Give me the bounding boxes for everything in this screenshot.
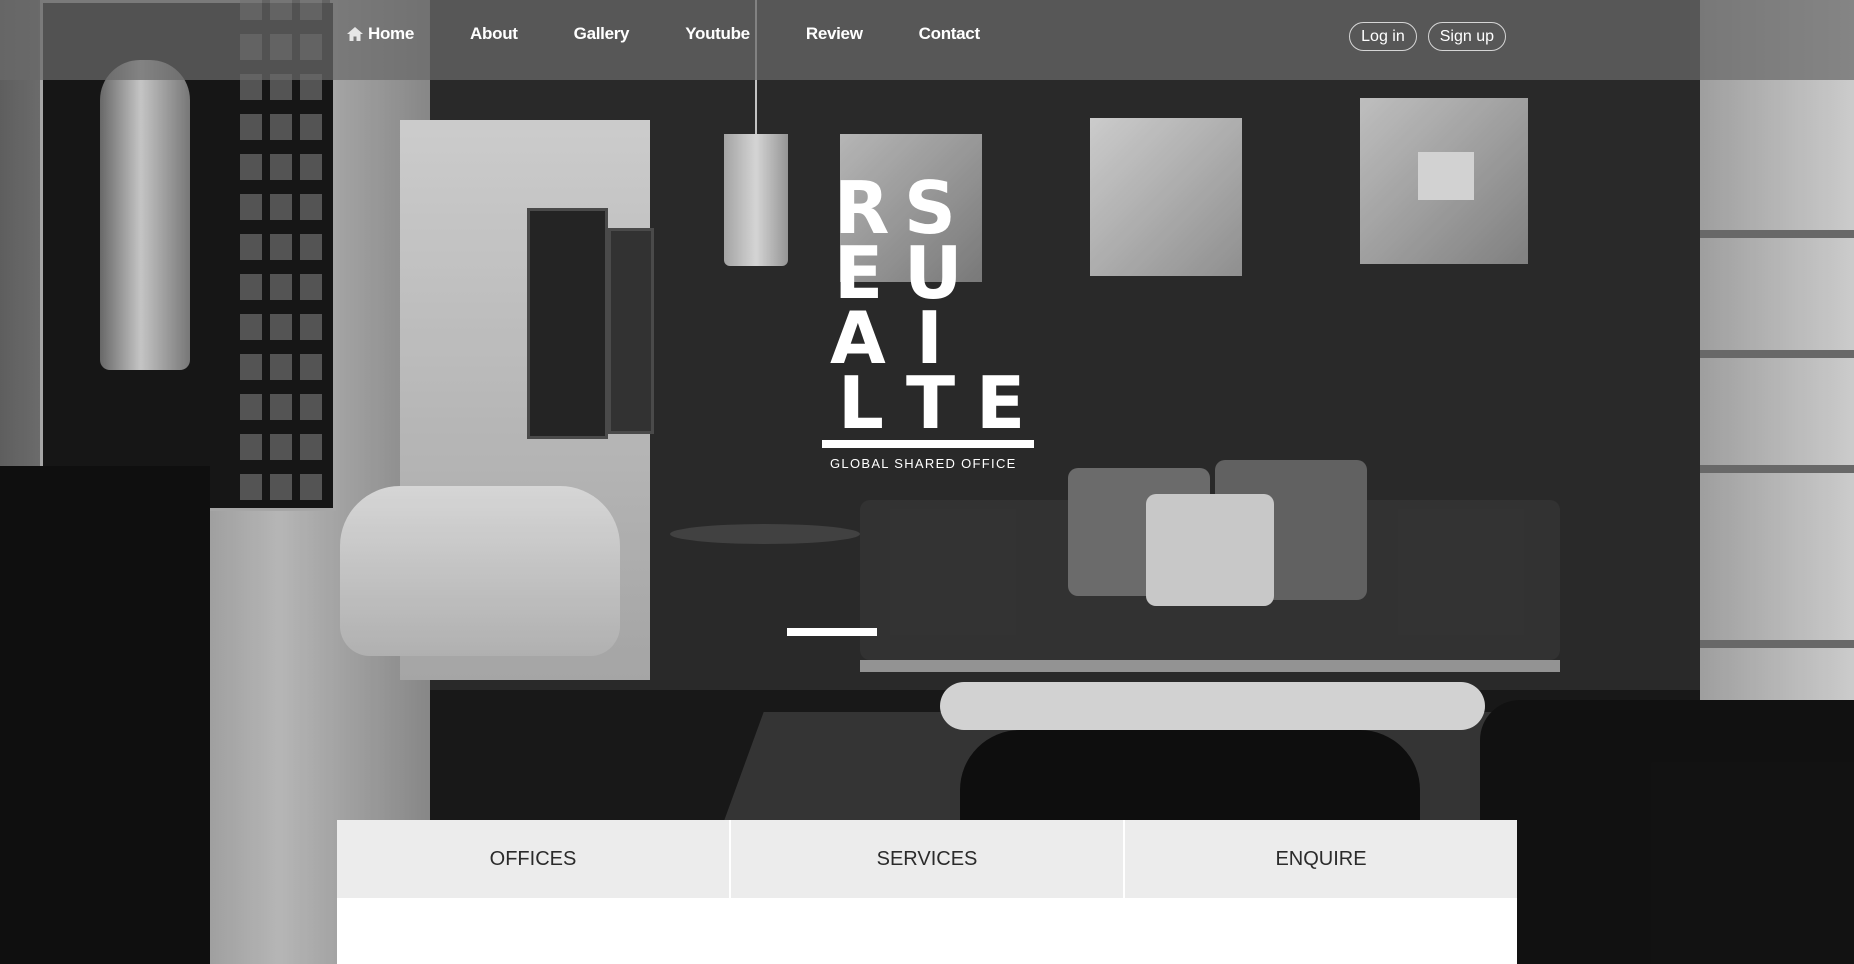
tab-services[interactable]: SERVICES xyxy=(731,820,1125,898)
main-nav: Home About Gallery Youtube Review Contac… xyxy=(346,24,980,44)
brand-logo: R S E U A I L T E GLOBAL SHARED OFFICE xyxy=(822,170,1034,471)
logo-wordmark: R S E U A I L T E xyxy=(822,170,1034,445)
tab-enquire[interactable]: ENQUIRE xyxy=(1125,820,1517,898)
nav-home-label: Home xyxy=(368,24,415,43)
logo-letter: L xyxy=(838,361,884,445)
tab-offices[interactable]: OFFICES xyxy=(337,820,731,898)
signup-button[interactable]: Sign up xyxy=(1427,22,1506,51)
logo-tagline: GLOBAL SHARED OFFICE xyxy=(830,456,1017,471)
auth-buttons: Log in Sign up xyxy=(1349,22,1506,51)
logo-letter: T xyxy=(906,361,956,445)
nav-about-link[interactable]: About xyxy=(470,24,518,44)
login-button[interactable]: Log in xyxy=(1349,22,1417,51)
nav-gallery-link[interactable]: Gallery xyxy=(574,24,630,44)
top-navbar: Home About Gallery Youtube Review Contac… xyxy=(0,0,1854,80)
section-tabs: OFFICES SERVICES ENQUIRE xyxy=(337,820,1517,898)
home-icon xyxy=(347,27,363,41)
logo-letter: E xyxy=(976,361,1026,445)
nav-home-link[interactable]: Home xyxy=(346,24,414,44)
nav-contact-link[interactable]: Contact xyxy=(919,24,980,44)
hero-divider xyxy=(787,628,877,636)
nav-youtube-link[interactable]: Youtube xyxy=(685,24,750,44)
nav-review-link[interactable]: Review xyxy=(806,24,863,44)
logo-underline xyxy=(822,440,1034,448)
